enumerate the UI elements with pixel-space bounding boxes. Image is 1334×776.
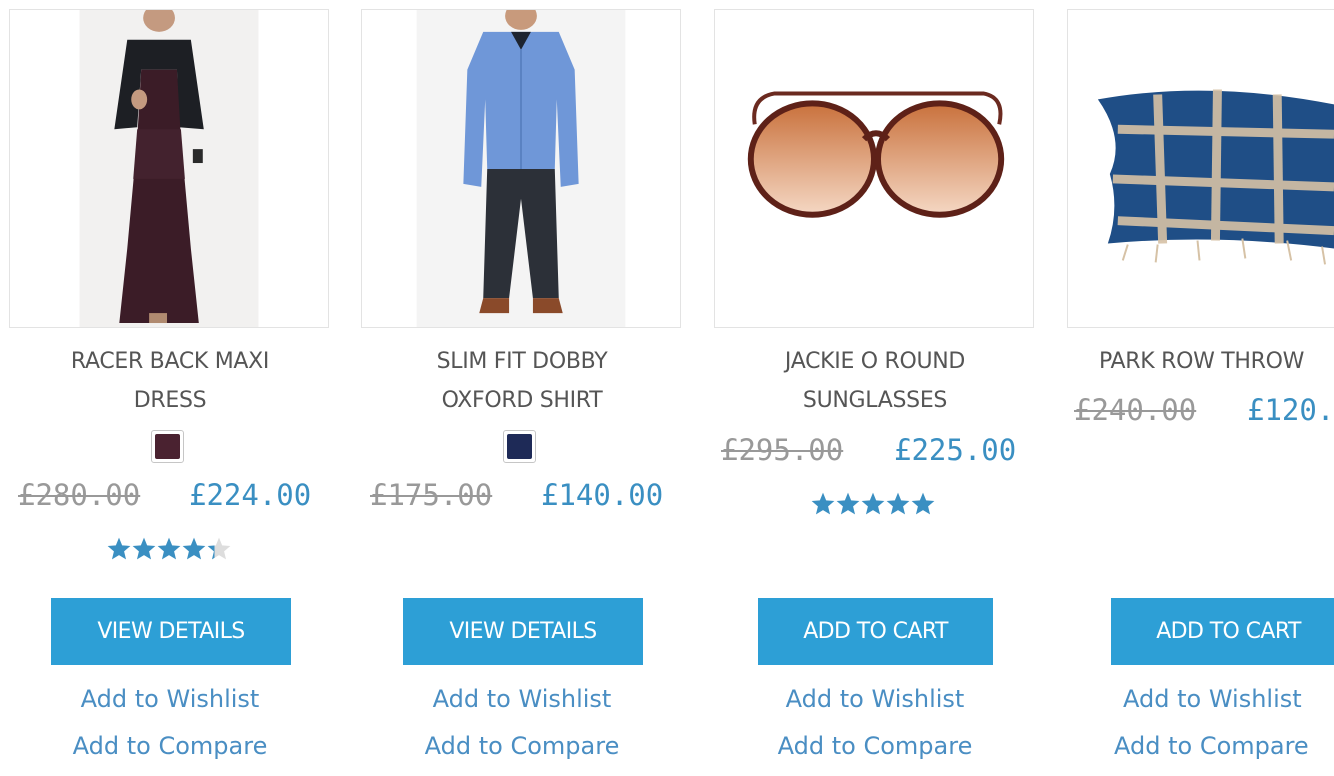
star-filled-icon [811,492,835,515]
add-to-compare-link[interactable]: Add to Compare [1114,732,1334,760]
add-to-compare-link[interactable]: Add to Compare [714,732,1036,760]
product-image-sunglasses[interactable] [714,9,1034,328]
add-to-cart-button[interactable]: ADD TO CART [1111,598,1334,665]
star-filled-icon [836,492,860,515]
oxford-shirt-photo-icon [416,10,626,327]
product-card: RACER BACK MAXI DRESS £280.00 £224.00 VI… [9,0,331,776]
sale-price: £225.00 [894,433,1017,467]
star-filled-icon [886,492,910,515]
view-details-button[interactable]: VIEW DETAILS [51,598,291,665]
old-price: £240.00 [1074,393,1197,427]
maxi-dress-photo-icon [79,10,259,327]
product-image-maxi-dress[interactable] [9,9,329,328]
sale-price: £224.00 [189,478,312,512]
throw-blanket-photo-icon [1097,89,1334,265]
star-half-icon [207,537,231,560]
color-swatch[interactable] [151,430,184,463]
product-name[interactable]: SLIM FIT DOBBY OXFORD SHIRT [361,342,683,420]
star-filled-icon [182,537,206,560]
star-filled-icon [132,537,156,560]
old-price: £295.00 [721,433,844,467]
old-price: £175.00 [370,478,493,512]
sale-price: £140.00 [541,478,664,512]
add-to-wishlist-link[interactable]: Add to Wishlist [361,685,683,713]
product-name[interactable]: PARK ROW THROW [1099,342,1334,381]
rating-stars [810,490,935,518]
product-image-oxford-shirt[interactable] [361,9,681,328]
product-card: SLIM FIT DOBBY OXFORD SHIRT £175.00 £140… [361,0,683,776]
view-details-button[interactable]: VIEW DETAILS [403,598,643,665]
add-to-wishlist-link[interactable]: Add to Wishlist [1123,685,1334,713]
color-swatch[interactable] [503,430,536,463]
star-filled-icon [107,537,131,560]
swatch-fill [155,434,180,459]
star-filled-icon [157,537,181,560]
add-to-cart-button[interactable]: ADD TO CART [758,598,993,665]
sale-price: £120.00 [1247,393,1334,427]
add-to-wishlist-link[interactable]: Add to Wishlist [714,685,1036,713]
product-image-throw[interactable] [1067,9,1334,328]
star-filled-icon [911,492,935,515]
sunglasses-photo-icon [747,91,1005,218]
product-card: JACKIE O ROUND SUNGLASSES £295.00 £225.0… [714,0,1036,776]
add-to-compare-link[interactable]: Add to Compare [361,732,683,760]
product-name[interactable]: RACER BACK MAXI DRESS [9,342,331,420]
star-filled-icon [861,492,885,515]
product-name[interactable]: JACKIE O ROUND SUNGLASSES [714,342,1036,420]
add-to-wishlist-link[interactable]: Add to Wishlist [9,685,331,713]
add-to-compare-link[interactable]: Add to Compare [9,732,331,760]
old-price: £280.00 [18,478,141,512]
swatch-fill [507,434,532,459]
rating-stars [106,535,231,563]
product-card: PARK ROW THROW £240.00 £120.00 ADD TO CA… [1067,0,1334,776]
